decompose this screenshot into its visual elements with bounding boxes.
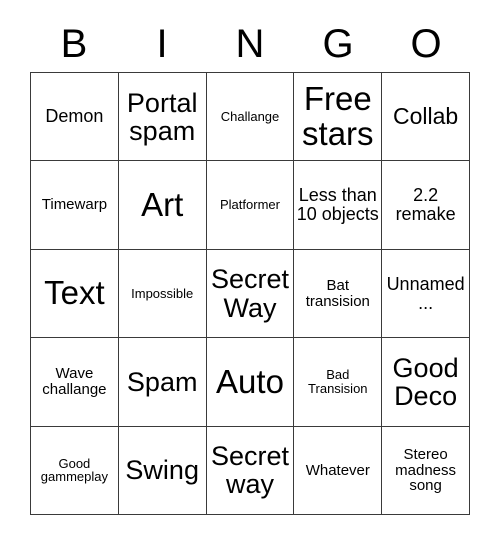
- bingo-cell-label: Portal spam: [126, 87, 198, 146]
- bingo-cell-label: Impossible: [131, 285, 194, 301]
- bingo-cell-label: Platformer: [220, 197, 280, 213]
- header-letter-i: I: [156, 22, 168, 66]
- bingo-cell[interactable]: Bad Transision: [294, 338, 383, 427]
- bingo-cell[interactable]: Platformer: [206, 161, 295, 250]
- bingo-row: Timewarp Art Platformer Less than 10 obj…: [31, 161, 470, 250]
- bingo-cell-label: Good Deco: [392, 352, 459, 411]
- bingo-cell[interactable]: Spam: [118, 338, 207, 427]
- bingo-row: Text Impossible Secret Way Bat transisio…: [31, 249, 470, 339]
- bingo-cell[interactable]: Wave challange: [31, 338, 119, 427]
- bingo-cell-label: Timewarp: [41, 196, 108, 214]
- bingo-cell[interactable]: Impossible: [118, 249, 207, 339]
- bingo-cell-label: Secret Way: [210, 264, 290, 323]
- header-letter-g: G: [322, 22, 354, 66]
- bingo-cell-label: Stereo madness song: [395, 445, 457, 495]
- bingo-cell-label: Auto: [216, 362, 284, 400]
- bingo-cell[interactable]: Stereo madness song: [382, 426, 470, 516]
- bingo-cell-label: Demon: [45, 106, 104, 127]
- bingo-grid: Demon Portal spam Challange Free stars C…: [30, 72, 470, 516]
- bingo-cell-label: Secret way: [210, 441, 290, 500]
- bingo-cell-label: Unnamed ...: [386, 273, 465, 313]
- bingo-cell-label: Spam: [126, 366, 198, 397]
- bingo-cell[interactable]: Bat transision: [294, 249, 383, 339]
- bingo-cell-label: Challange: [220, 108, 280, 124]
- bingo-cell-label: Swing: [125, 455, 199, 486]
- bingo-cell-label: Art: [141, 185, 184, 223]
- bingo-cell[interactable]: 2.2 remake: [382, 161, 470, 250]
- header-letter-b: B: [60, 22, 88, 66]
- bingo-cell[interactable]: Demon: [31, 73, 119, 162]
- bingo-cell[interactable]: Swing: [118, 426, 207, 516]
- bingo-cell[interactable]: Text: [31, 249, 119, 339]
- header-letter-n: N: [235, 22, 265, 66]
- bingo-row: Demon Portal spam Challange Free stars C…: [31, 73, 470, 162]
- bingo-cell-label: Wave challange: [42, 365, 107, 398]
- bingo-cell[interactable]: Unnamed ...: [382, 249, 470, 339]
- bingo-cell-label: 2.2 remake: [395, 185, 456, 225]
- bingo-cell[interactable]: Less than 10 objects: [294, 161, 383, 250]
- bingo-header-row: B I N G O: [30, 16, 470, 72]
- bingo-cell-label: Good gammeplay: [40, 455, 108, 485]
- bingo-cell[interactable]: Secret way: [206, 426, 295, 516]
- bingo-cell[interactable]: Free stars: [294, 73, 383, 162]
- bingo-row: Good gammeplay Swing Secret way Whatever…: [31, 426, 470, 516]
- bingo-cell-label: Less than 10 objects: [296, 185, 379, 225]
- bingo-cell[interactable]: Challange: [206, 73, 295, 162]
- bingo-cell[interactable]: Collab: [382, 73, 470, 162]
- bingo-cell[interactable]: Timewarp: [31, 161, 119, 250]
- header-letter-o: O: [410, 22, 442, 66]
- bingo-cell-label: Free stars: [302, 80, 374, 152]
- bingo-row: Wave challange Spam Auto Bad Transision …: [31, 338, 470, 427]
- bingo-cell-label: Collab: [392, 102, 459, 129]
- bingo-cell-label: Bad Transision: [308, 367, 368, 396]
- bingo-cell-label: Whatever: [305, 461, 370, 479]
- bingo-cell[interactable]: Art: [118, 161, 207, 250]
- bingo-cell[interactable]: Auto: [206, 338, 295, 427]
- bingo-cell[interactable]: Secret Way: [206, 249, 295, 339]
- bingo-cell[interactable]: Good Deco: [382, 338, 470, 427]
- bingo-card: B I N G O Demon Portal spam Challange Fr…: [0, 0, 500, 544]
- bingo-cell-label: Text: [44, 274, 105, 312]
- bingo-cell-label: Bat transision: [305, 276, 370, 310]
- bingo-cell[interactable]: Portal spam: [118, 73, 207, 162]
- bingo-cell[interactable]: Whatever: [294, 426, 383, 516]
- bingo-cell[interactable]: Good gammeplay: [31, 426, 119, 516]
